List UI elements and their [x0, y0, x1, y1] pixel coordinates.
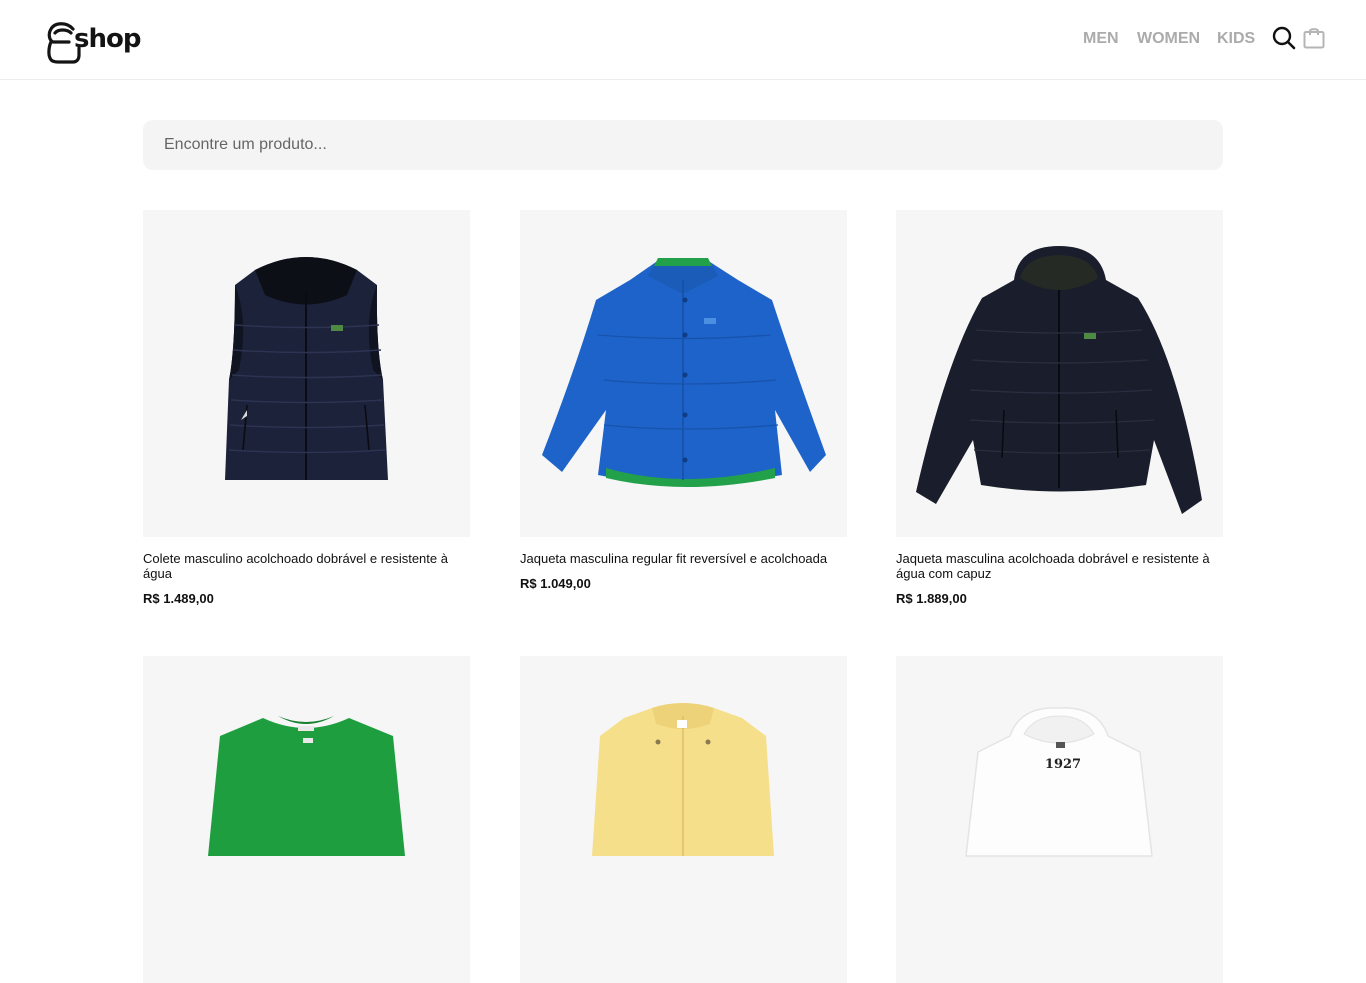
product-title[interactable]: Jaqueta masculina regular fit reversível… [520, 551, 840, 566]
product-card[interactable]: Colete masculino acolchoado dobrável e r… [143, 210, 470, 606]
product-image-navy-vest[interactable] [143, 210, 470, 537]
product-image-yellow-jacket[interactable] [520, 656, 847, 983]
product-price: R$ 1.049,00 [520, 576, 591, 591]
product-title[interactable]: Colete masculino acolchoado dobrável e r… [143, 551, 463, 581]
product-card[interactable] [520, 656, 847, 983]
nav-kids[interactable]: KIDS [1217, 30, 1255, 48]
search-bar [143, 120, 1223, 170]
product-card[interactable] [143, 656, 470, 983]
search-icon[interactable] [1272, 26, 1296, 50]
product-image-navy-hooded-jacket[interactable] [896, 210, 1223, 537]
product-image-green-tshirt[interactable] [143, 656, 470, 983]
product-title[interactable]: Jaqueta masculina acolchoada dobrável e … [896, 551, 1216, 581]
product-card[interactable]: Jaqueta masculina acolchoada dobrável e … [896, 210, 1223, 606]
product-price: R$ 1.489,00 [143, 591, 214, 606]
product-image-white-hoodie[interactable]: 1927 [896, 656, 1223, 983]
hoodie-print-text: 1927 [1045, 757, 1081, 772]
logo-text: shop [74, 24, 141, 54]
site-header: shop MEN WOMEN KIDS [0, 0, 1366, 80]
shopping-bag-icon[interactable] [1302, 26, 1326, 50]
search-input[interactable] [143, 120, 1223, 170]
nav-women[interactable]: WOMEN [1137, 30, 1200, 48]
product-price: R$ 1.889,00 [896, 591, 967, 606]
product-card[interactable]: Jaqueta masculina regular fit reversível… [520, 210, 847, 591]
product-image-blue-jacket[interactable] [520, 210, 847, 537]
nav-men[interactable]: MEN [1083, 30, 1119, 48]
product-card[interactable]: 1927 [896, 656, 1223, 983]
